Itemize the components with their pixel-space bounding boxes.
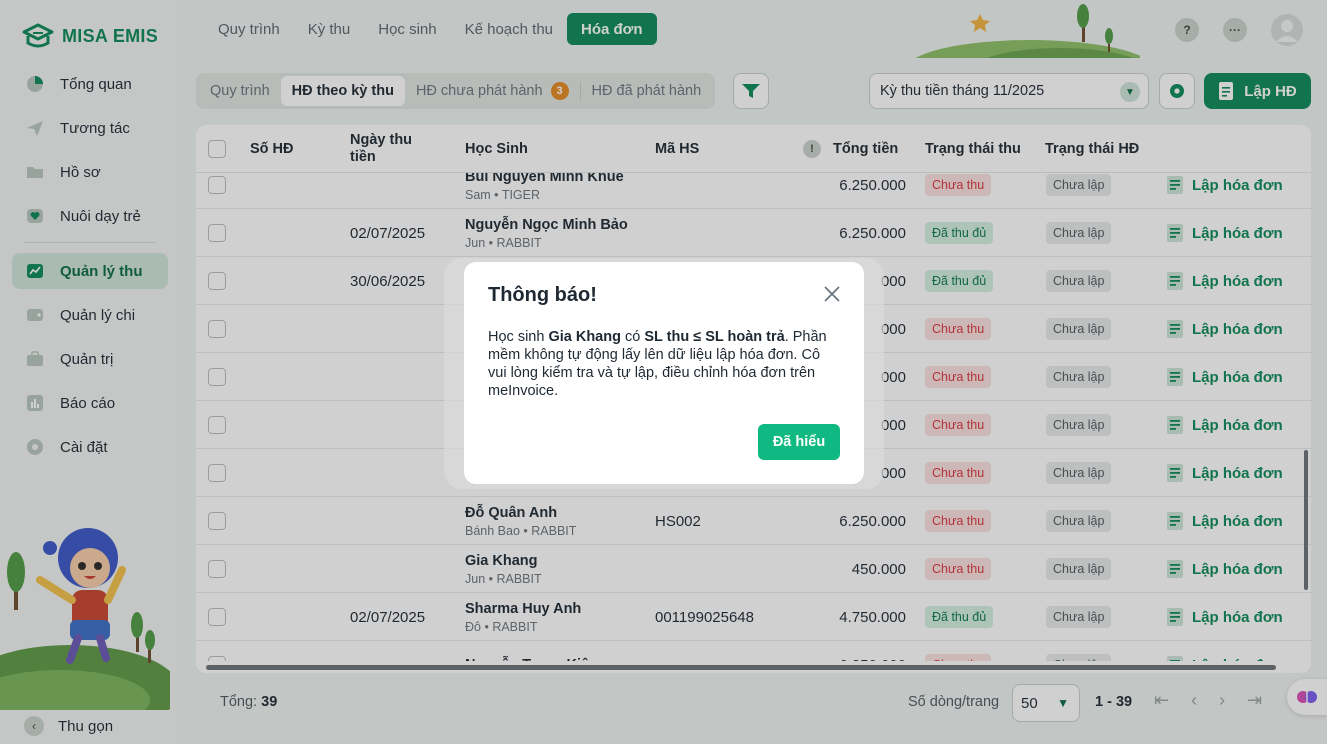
understood-button[interactable]: Đã hiểu (758, 424, 840, 460)
close-icon[interactable] (822, 284, 842, 304)
message-part: Học sinh (488, 329, 549, 345)
message-part: có (620, 329, 645, 345)
notification-dialog: Thông báo! Học sinh Gia Khang có SL thu … (464, 262, 864, 484)
dialog-message: Học sinh Gia Khang có SL thu ≤ SL hoàn t… (488, 328, 838, 400)
message-rule: SL thu ≤ SL hoàn trả (644, 329, 785, 345)
message-student: Gia Khang (548, 329, 621, 345)
dialog-title: Thông báo! (488, 284, 597, 306)
